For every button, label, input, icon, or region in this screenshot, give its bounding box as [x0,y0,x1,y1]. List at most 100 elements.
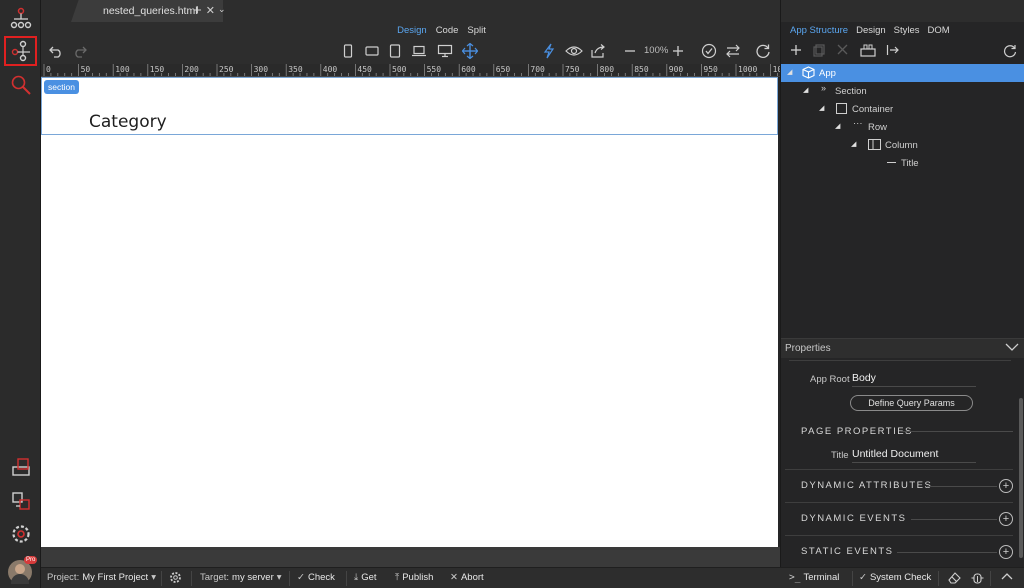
page-title-input[interactable]: Untitled Document [852,448,976,463]
define-query-params-button[interactable]: Define Query Params [850,395,973,411]
section-badge[interactable]: section [44,80,79,94]
horizontal-ruler: 0 50 100 150 200 250 300 350 400 450 500 550 600 650 7… [41,64,780,77]
zoom-level[interactable]: 100% [644,45,668,56]
terminal-button[interactable]: >_ Terminal [789,572,839,583]
phone-landscape-breakpoint-icon[interactable] [365,43,379,59]
swap-icon[interactable] [725,43,741,59]
laptop-breakpoint-icon[interactable] [411,43,427,59]
validate-check-icon[interactable] [701,43,717,59]
tab-design[interactable]: Design [856,25,886,36]
ruler-label: 600 [461,65,476,74]
zoom-in-icon[interactable] [672,43,684,59]
share-icon[interactable] [590,43,606,59]
move-to-end-icon[interactable] [886,44,899,59]
target-value: my server [232,572,274,583]
add-dynamic-event-icon[interactable]: + [999,512,1013,526]
properties-scrollbar[interactable] [1019,398,1023,558]
app-structure-icon[interactable] [4,36,37,66]
live-data-lightning-icon[interactable] [543,43,555,59]
collapse-triangle-icon[interactable]: ◢ [851,140,856,148]
ruler-label: 0 [46,65,51,74]
tree-item-label: Column [885,139,918,151]
search-icon[interactable] [4,70,37,100]
refresh-structure-icon[interactable] [1003,44,1017,61]
dynamic-events-heading[interactable]: DYNAMIC EVENTS [801,513,906,524]
redo-icon[interactable] [73,43,87,59]
settings-gear-icon[interactable] [4,519,37,549]
add-element-icon[interactable] [790,44,802,59]
ruler-label: 400 [322,65,338,74]
upload-icon: ⤒ [395,572,400,583]
hierarchy-icon[interactable] [4,4,37,34]
full-width-move-icon[interactable] [462,43,478,59]
collapse-triangle-icon[interactable]: ◢ [819,104,824,112]
close-tab-icon[interactable]: ✕ [206,4,215,17]
add-tab-icon[interactable]: + [193,2,202,19]
system-check-button[interactable]: ✓ System Check [859,572,931,583]
design-toolbar: 100% [41,38,780,64]
phone-breakpoint-icon[interactable] [343,43,353,59]
split-view-button[interactable]: Split [467,25,485,36]
get-label: Get [361,572,377,583]
divider [161,571,162,586]
abort-button[interactable]: ✕ Abort [450,572,484,583]
static-events-heading[interactable]: STATIC EVENTS [801,546,894,557]
copy-icon[interactable] [813,44,825,60]
refresh-icon[interactable] [755,43,771,59]
avatar[interactable]: Pro [8,556,38,584]
design-view-button[interactable]: Design [397,25,427,36]
dropdown-caret-icon: ▾ [151,572,156,583]
right-panel-tabs: App Structure Design Styles DOM [781,22,1024,38]
category-heading[interactable]: Category [89,112,167,132]
collapse-triangle-icon[interactable]: ◢ [803,86,808,94]
code-view-button[interactable]: Code [436,25,459,36]
divider [191,571,192,586]
zoom-out-icon[interactable] [624,43,636,59]
eraser-icon[interactable] [947,571,961,584]
dynamic-attributes-heading[interactable]: DYNAMIC ATTRIBUTES [801,480,932,491]
chevron-down-icon[interactable] [1005,342,1019,355]
target-selector[interactable]: Target: my server ▾ [200,572,282,583]
ruler-label: 250 [219,65,234,74]
add-dynamic-attribute-icon[interactable]: + [999,479,1013,493]
column-layout-icon [868,139,881,153]
project-settings-gear-icon[interactable] [169,571,182,584]
tab-menu-chevron-icon[interactable]: ⌄ [218,4,226,15]
tablet-breakpoint-icon[interactable] [389,43,401,59]
get-button[interactable]: ⤓ Get [354,572,377,583]
avatar-body [11,574,29,584]
tab-app-structure[interactable]: App Structure [790,25,848,36]
properties-header[interactable]: Properties [781,338,1024,358]
ruler-label: 950 [703,65,718,74]
tree-item-app[interactable]: ◢ App [781,64,1024,82]
check-button[interactable]: ✓ Check [297,572,335,583]
tree-item-column[interactable]: ◢ Column [781,136,1024,154]
collapse-triangle-icon[interactable]: ◢ [835,122,840,130]
abort-label: Abort [460,572,484,583]
desktop-breakpoint-icon[interactable] [437,43,453,59]
checkmark-icon: ✓ [297,572,305,583]
download-icon: ⤓ [354,572,359,583]
design-canvas[interactable]: section Category [41,77,778,547]
tree-item-row[interactable]: ◢ ··· Row [781,118,1024,136]
extensions-icon[interactable] [4,486,37,516]
tab-dom[interactable]: DOM [928,25,950,36]
wrap-element-icon[interactable] [860,44,876,60]
app-root-select[interactable]: Body [852,372,976,387]
undo-icon[interactable] [49,43,63,59]
delete-icon[interactable] [837,44,848,58]
app-structure-tree: ◢ App ◢ » Section ◢ Container ◢ ··· Row … [781,64,1024,334]
collapse-triangle-icon[interactable]: ◢ [787,68,792,76]
publish-button[interactable]: ⤒ Publish [395,572,433,583]
tree-item-title[interactable]: Title [781,154,1024,172]
project-selector[interactable]: Project: My First Project ▾ [47,572,156,583]
tree-item-container[interactable]: ◢ Container [781,100,1024,118]
add-static-event-icon[interactable]: + [999,545,1013,559]
tab-styles[interactable]: Styles [894,25,920,36]
tree-item-section[interactable]: ◢ » Section [781,82,1024,100]
chevron-up-icon[interactable] [1001,572,1013,581]
selected-section-outline[interactable]: section Category [41,77,778,135]
preview-eye-icon[interactable] [565,43,583,59]
bug-icon[interactable] [971,571,984,585]
publish-manager-icon[interactable] [4,452,37,482]
